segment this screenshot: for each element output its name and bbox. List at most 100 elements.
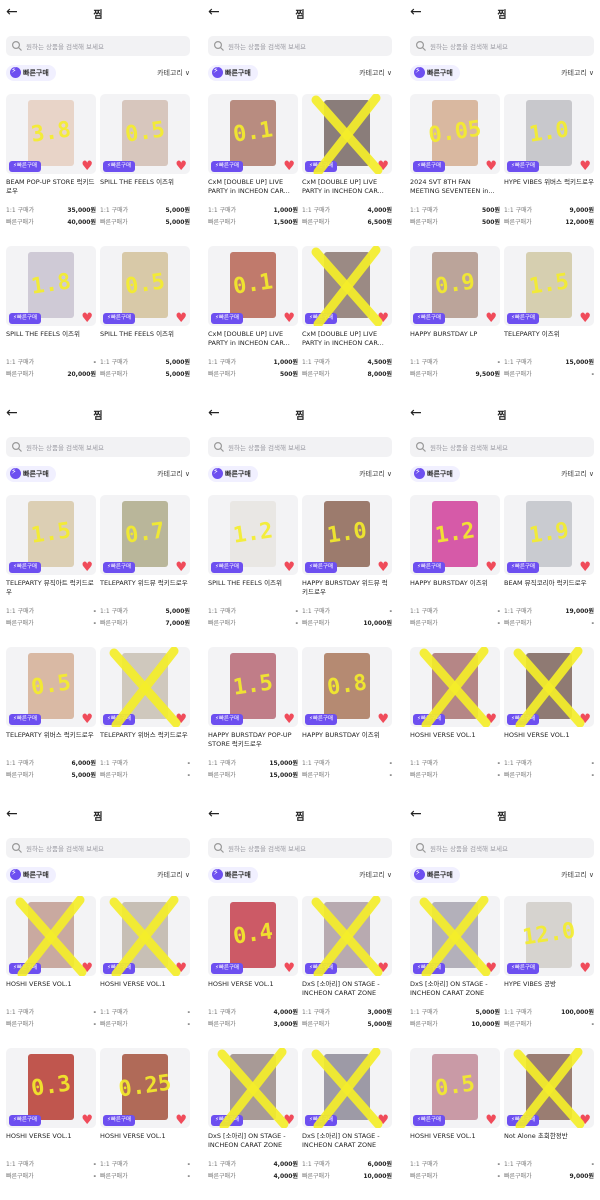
product-thumbnail[interactable]: ⚡빠른구매 ♥ 1.5 [6,495,96,575]
quick-buy-filter[interactable]: 빠른구매 [410,466,460,482]
product-card[interactable]: ⚡빠른구매 ♥ 1.5 HAPPY BURSTDAY POP-UP STORE 럭키드… [208,647,298,793]
product-thumbnail[interactable]: ⚡빠른구매♥ [410,896,500,976]
product-thumbnail[interactable]: ⚡빠른구매 ♥ 1.5 [208,647,298,727]
category-dropdown[interactable]: 카테고리 ∨ [157,469,190,479]
product-thumbnail[interactable]: ⚡빠른구매♥ [302,896,392,976]
product-card[interactable]: ⚡빠른구매♥ HOSHI VERSE VOL.1 1:1 구매가 - 빠른구매가 - [410,647,500,793]
heart-icon[interactable]: ♥ [175,312,187,325]
search-input[interactable]: 원하는 상품을 검색해 보세요 [6,838,190,858]
product-thumbnail[interactable]: ⚡빠른구매 ♥ 1.2 [410,495,500,575]
product-card[interactable]: ⚡빠른구매 ♥ 0.1 CxM [DOUBLE UP] LIVE PARTY in I… [208,94,298,240]
quick-buy-filter[interactable]: 빠른구매 [208,466,258,482]
category-dropdown[interactable]: 카테고리 ∨ [157,68,190,78]
search-input[interactable]: 원하는 상품을 검색해 보세요 [208,36,392,56]
product-thumbnail[interactable]: ⚡빠른구매 ♥ 0.1 [208,94,298,174]
product-thumbnail[interactable]: ⚡빠른구매 ♥ 0.8 [302,647,392,727]
product-card[interactable]: ⚡빠른구매♥ TELEPARTY 위버스 럭키드로우 1:1 구매가 - 빠른구매가 - [100,647,190,793]
product-card[interactable]: ⚡빠른구매♥ CxM [DOUBLE UP] LIVE PARTY in INCH… [302,94,392,240]
product-card[interactable]: ⚡빠른구매 ♥ 1.8 SPILL THE FEELS 이즈위 1:1 구매가 - 빠른구매… [6,246,96,392]
search-input[interactable]: 원하는 상품을 검색해 보세요 [410,36,594,56]
product-thumbnail[interactable]: ⚡빠른구매♥ [302,94,392,174]
product-card[interactable]: ⚡빠른구매 ♥ 0.9 HAPPY BURSTDAY LP 1:1 구매가 - 빠른구매가 9… [410,246,500,392]
product-thumbnail[interactable]: ⚡빠른구매 ♥ 0.25 [100,1048,190,1128]
product-card[interactable]: ⚡빠른구매♥ DxS [소아리] ON STAGE - INCHEON CARAT… [410,896,500,1042]
heart-icon[interactable]: ♥ [485,1114,497,1127]
heart-icon[interactable]: ♥ [283,561,295,574]
quick-buy-filter[interactable]: 빠른구매 [6,65,56,81]
product-card[interactable]: ⚡빠른구매♥ HOSHI VERSE VOL.1 1:1 구매가 - 빠른구매가 - [6,896,96,1042]
category-dropdown[interactable]: 카테고리 ∨ [561,870,594,880]
product-card[interactable]: ⚡빠른구매 ♥ 0.25 HOSHI VERSE VOL.1 1:1 구매가 - 빠른구매가… [100,1048,190,1194]
product-card[interactable]: ⚡빠른구매 ♥ 0.5 SPILL THE FEELS 이즈위 1:1 구매가 5,000… [100,94,190,240]
product-card[interactable]: ⚡빠른구매 ♥ 3.8 BEAM POP-UP STORE 럭키드로우 1:1 구매가 3… [6,94,96,240]
product-thumbnail[interactable]: ⚡빠른구매 ♥ 1.0 [302,495,392,575]
product-thumbnail[interactable]: ⚡빠른구매 ♥ 0.9 [410,246,500,326]
product-card[interactable]: ⚡빠른구매 ♥ 1.2 HAPPY BURSTDAY 이즈위 1:1 구매가 - 빠른구매가… [410,495,500,641]
heart-icon[interactable]: ♥ [579,962,591,975]
product-card[interactable]: ⚡빠른구매 ♥ 1.2 SPILL THE FEELS 이즈위 1:1 구매가 - 빠른구매… [208,495,298,641]
product-thumbnail[interactable]: ⚡빠른구매 ♥ 0.5 [100,246,190,326]
heart-icon[interactable]: ♥ [81,312,93,325]
product-thumbnail[interactable]: ⚡빠른구매♥ [302,246,392,326]
product-thumbnail[interactable]: ⚡빠른구매 ♥ 1.2 [208,495,298,575]
product-card[interactable]: ⚡빠른구매 ♥ 0.05 2024 SVT 8TH FAN MEETING SEVEN… [410,94,500,240]
product-thumbnail[interactable]: ⚡빠른구매♥ [100,647,190,727]
product-card[interactable]: ⚡빠른구매 ♥ 0.3 HOSHI VERSE VOL.1 1:1 구매가 - 빠른구매가 - [6,1048,96,1194]
heart-icon[interactable]: ♥ [81,713,93,726]
product-thumbnail[interactable]: ⚡빠른구매 ♥ 0.05 [410,94,500,174]
heart-icon[interactable]: ♥ [485,561,497,574]
product-card[interactable]: ⚡빠른구매 ♥ 1.5 TELEPARTY 뮤직아트 럭키드로우 1:1 구매가 - 빠른구… [6,495,96,641]
product-thumbnail[interactable]: ⚡빠른구매 ♥ 0.4 [208,896,298,976]
product-card[interactable]: ⚡빠른구매 ♥ 0.5 HOSHI VERSE VOL.1 1:1 구매가 - 빠른구매가 - [410,1048,500,1194]
product-thumbnail[interactable]: ⚡빠른구매 ♥ 12.0 [504,896,594,976]
product-card[interactable]: ⚡빠른구매 ♥ 12.0 HYPE VIBES 공방 1:1 구매가 100,000원 빠른… [504,896,594,1042]
product-thumbnail[interactable]: ⚡빠른구매♥ [208,1048,298,1128]
heart-icon[interactable]: ♥ [283,312,295,325]
heart-icon[interactable]: ♥ [175,1114,187,1127]
product-card[interactable]: ⚡빠른구매 ♥ 1.0 HYPE VIBES 위버스 럭키드로우 1:1 구매가 9,00… [504,94,594,240]
product-card[interactable]: ⚡빠른구매♥ DxS [소아리] ON STAGE - INCHEON CARAT… [302,896,392,1042]
product-thumbnail[interactable]: ⚡빠른구매♥ [6,896,96,976]
product-card[interactable]: ⚡빠른구매♥ HOSHI VERSE VOL.1 1:1 구매가 - 빠른구매가 - [504,647,594,793]
product-card[interactable]: ⚡빠른구매 ♥ 1.0 HAPPY BURSTDAY 위드뮤 럭키드로우 1:1 구매가… [302,495,392,641]
product-card[interactable]: ⚡빠른구매 ♥ 0.7 TELEPARTY 위드뮤 럭키드로우 1:1 구매가 5,000… [100,495,190,641]
product-card[interactable]: ⚡빠른구매♥ DxS [소아리] ON STAGE - INCHEON CARAT… [302,1048,392,1194]
product-thumbnail[interactable]: ⚡빠른구매 ♥ 0.5 [6,647,96,727]
heart-icon[interactable]: ♥ [283,962,295,975]
category-dropdown[interactable]: 카테고리 ∨ [561,469,594,479]
category-dropdown[interactable]: 카테고리 ∨ [359,68,392,78]
heart-icon[interactable]: ♥ [579,561,591,574]
product-thumbnail[interactable]: ⚡빠른구매 ♥ 0.3 [6,1048,96,1128]
product-card[interactable]: ⚡빠른구매♥ DxS [소아리] ON STAGE - INCHEON CARAT… [208,1048,298,1194]
product-thumbnail[interactable]: ⚡빠른구매♥ [504,647,594,727]
product-thumbnail[interactable]: ⚡빠른구매 ♥ 0.7 [100,495,190,575]
product-card[interactable]: ⚡빠른구매 ♥ 1.5 TELEPARTY 이즈위 1:1 구매가 15,000원 빠른구매… [504,246,594,392]
product-thumbnail[interactable]: ⚡빠른구매 ♥ 0.5 [100,94,190,174]
product-thumbnail[interactable]: ⚡빠른구매 ♥ 0.5 [410,1048,500,1128]
heart-icon[interactable]: ♥ [175,160,187,173]
heart-icon[interactable]: ♥ [579,160,591,173]
heart-icon[interactable]: ♥ [81,160,93,173]
category-dropdown[interactable]: 카테고리 ∨ [561,68,594,78]
quick-buy-filter[interactable]: 빠른구매 [208,65,258,81]
product-thumbnail[interactable]: ⚡빠른구매 ♥ 1.5 [504,246,594,326]
quick-buy-filter[interactable]: 빠른구매 [6,867,56,883]
product-card[interactable]: ⚡빠른구매♥ CxM [DOUBLE UP] LIVE PARTY in INCH… [302,246,392,392]
product-thumbnail[interactable]: ⚡빠른구매♥ [302,1048,392,1128]
product-thumbnail[interactable]: ⚡빠른구매 ♥ 3.8 [6,94,96,174]
heart-icon[interactable]: ♥ [377,561,389,574]
product-thumbnail[interactable]: ⚡빠른구매 ♥ 1.8 [6,246,96,326]
search-input[interactable]: 원하는 상품을 검색해 보세요 [410,437,594,457]
product-card[interactable]: ⚡빠른구매 ♥ 0.4 HOSHI VERSE VOL.1 1:1 구매가 4,000원 빠… [208,896,298,1042]
heart-icon[interactable]: ♥ [485,160,497,173]
heart-icon[interactable]: ♥ [579,312,591,325]
quick-buy-filter[interactable]: 빠른구매 [208,867,258,883]
product-card[interactable]: ⚡빠른구매 ♥ 0.5 SPILL THE FEELS 이즈위 1:1 구매가 5,000… [100,246,190,392]
product-card[interactable]: ⚡빠른구매 ♥ 0.5 TELEPARTY 위버스 럭키드로우 1:1 구매가 6,000… [6,647,96,793]
search-input[interactable]: 원하는 상품을 검색해 보세요 [6,437,190,457]
heart-icon[interactable]: ♥ [81,561,93,574]
search-input[interactable]: 원하는 상품을 검색해 보세요 [208,437,392,457]
product-thumbnail[interactable]: ⚡빠른구매♥ [504,1048,594,1128]
product-thumbnail[interactable]: ⚡빠른구매 ♥ 0.1 [208,246,298,326]
search-input[interactable]: 원하는 상품을 검색해 보세요 [410,838,594,858]
